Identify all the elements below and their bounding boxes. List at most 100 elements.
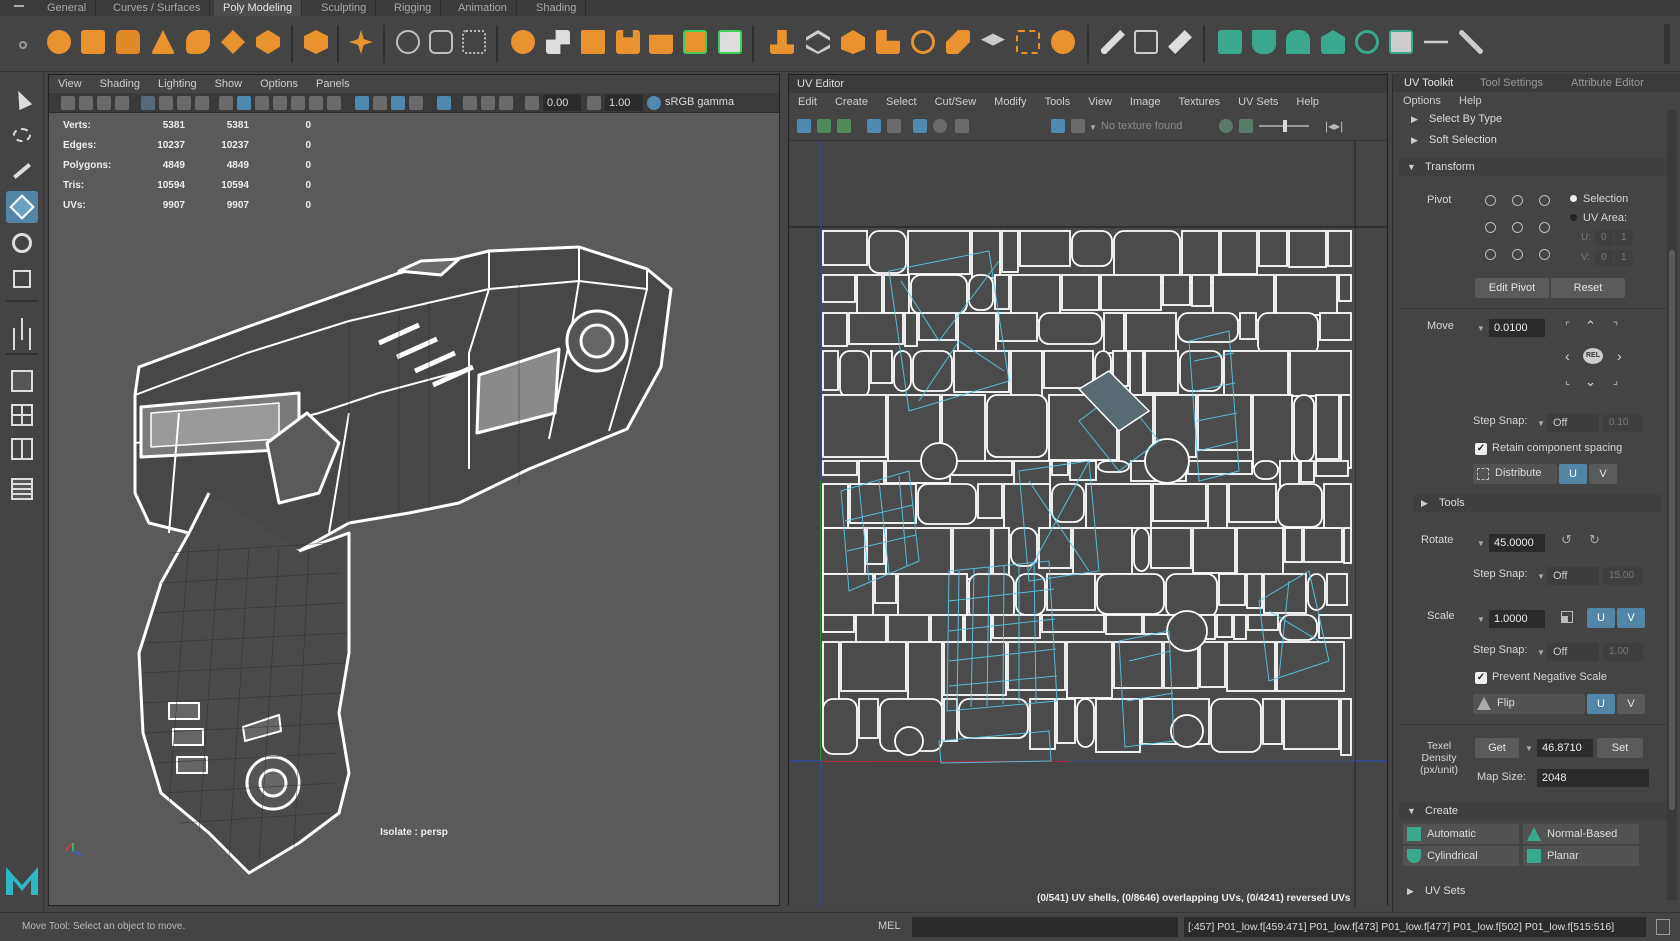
viewport-menu-options[interactable]: Options xyxy=(251,78,307,90)
select-camera-icon[interactable] xyxy=(61,96,75,110)
uv-shell[interactable] xyxy=(1010,350,1043,402)
uv-shell[interactable] xyxy=(1066,641,1113,699)
textured-icon[interactable] xyxy=(291,96,305,110)
separate-icon[interactable] xyxy=(429,30,453,54)
uv-menu-modify[interactable]: Modify xyxy=(985,96,1035,108)
two-layout-icon[interactable] xyxy=(6,433,38,465)
uv-shell[interactable] xyxy=(1283,698,1340,750)
uv-shell[interactable] xyxy=(1315,394,1340,460)
quad-draw-icon[interactable] xyxy=(911,30,935,54)
planar-map-button[interactable]: Planar xyxy=(1523,846,1639,866)
poly-disc-icon[interactable] xyxy=(256,30,280,54)
uv-shell[interactable] xyxy=(1262,698,1283,745)
slide-edge-icon[interactable] xyxy=(946,30,970,54)
shelf-scroll[interactable] xyxy=(1664,24,1670,64)
uv-snapshot-icon[interactable] xyxy=(955,119,969,133)
move-up-left-icon[interactable]: ⌜ xyxy=(1565,320,1570,333)
uv-shell[interactable] xyxy=(1165,573,1218,618)
scale-tool-icon[interactable] xyxy=(6,263,38,295)
move-left-icon[interactable]: ‹ xyxy=(1565,348,1570,364)
uv-shell[interactable] xyxy=(1303,527,1343,563)
uv-shell[interactable] xyxy=(943,698,958,742)
pivot-uv-area-radio[interactable] xyxy=(1570,214,1577,221)
uv-texture-dropdown-icon[interactable]: ▼ xyxy=(1089,123,1097,132)
uv-shell[interactable] xyxy=(897,573,968,620)
uv-shell[interactable] xyxy=(1051,460,1069,476)
colorspace-label[interactable]: sRGB gamma xyxy=(665,96,734,108)
last-tool-icon[interactable] xyxy=(6,313,38,345)
uv-shell[interactable] xyxy=(1144,350,1179,394)
uv-shell[interactable] xyxy=(1236,527,1284,576)
uv-editor-view[interactable]: (0/541) UV shells, (0/8646) overlapping … xyxy=(789,141,1387,907)
tools-section-header[interactable]: ▶ Tools xyxy=(1413,494,1661,512)
poly-cube-icon[interactable] xyxy=(81,30,105,54)
uv-shell[interactable] xyxy=(1327,230,1352,267)
super-shape-icon[interactable] xyxy=(349,30,373,54)
texel-density-set-button[interactable]: Set xyxy=(1597,738,1643,758)
viewport-menu-view[interactable]: View xyxy=(49,78,91,90)
script-editor-icon[interactable] xyxy=(1656,919,1670,935)
ambient-occlusion-icon[interactable] xyxy=(409,96,423,110)
pivot-radio-tr[interactable] xyxy=(1539,195,1550,206)
uv-shell[interactable] xyxy=(1247,614,1279,631)
pivot-radio-tl[interactable] xyxy=(1485,195,1496,206)
distribute-u-button[interactable]: U xyxy=(1559,464,1587,484)
outliner-layout-icon[interactable] xyxy=(6,473,38,505)
target-weld-icon[interactable] xyxy=(841,30,865,54)
extract-icon[interactable] xyxy=(546,30,570,54)
uv-shell[interactable] xyxy=(1258,230,1288,267)
uv-shell[interactable] xyxy=(904,312,918,347)
tab-poly-modeling[interactable]: Poly Modeling xyxy=(214,0,303,16)
combine-icon[interactable] xyxy=(396,30,420,54)
select-tool-icon[interactable] xyxy=(6,83,38,115)
uv-shell[interactable] xyxy=(1276,641,1345,692)
pivot-radio-bl[interactable] xyxy=(1485,249,1496,260)
cylindrical-map-icon[interactable] xyxy=(1252,30,1276,54)
crease-tool-icon[interactable] xyxy=(1101,30,1125,54)
uv-menu-select[interactable]: Select xyxy=(877,96,926,108)
uv-menu-view[interactable]: View xyxy=(1079,96,1121,108)
sew-uv-icon[interactable] xyxy=(1459,30,1483,54)
uv-sets-section-header[interactable]: ▶ UV Sets xyxy=(1399,882,1667,900)
xray-icon[interactable] xyxy=(355,96,369,110)
prevent-negative-scale-checkbox[interactable]: ✓ xyxy=(1475,672,1487,684)
uv-shell[interactable] xyxy=(822,460,858,476)
uv-shell[interactable] xyxy=(856,274,883,319)
move-tool-icon[interactable] xyxy=(6,191,38,223)
extrude-icon[interactable] xyxy=(649,34,673,54)
uv-shell[interactable] xyxy=(910,274,968,315)
uv-shell[interactable] xyxy=(822,394,887,458)
cylindrical-map-button[interactable]: Cylindrical xyxy=(1403,846,1519,866)
move-relative-button[interactable]: REL xyxy=(1583,348,1603,364)
layout-uv-icon[interactable] xyxy=(1389,30,1413,54)
uv-shell[interactable] xyxy=(1192,527,1236,574)
scale-step-snap-value[interactable]: 1.00 xyxy=(1603,643,1643,661)
move-right-icon[interactable]: › xyxy=(1617,348,1622,364)
uv-shell[interactable] xyxy=(1129,350,1144,396)
uv-shell[interactable] xyxy=(893,350,912,392)
uv-shell[interactable] xyxy=(822,483,849,529)
pivot-radio-bc[interactable] xyxy=(1512,249,1523,260)
uv-shell[interactable] xyxy=(858,698,879,739)
uv-shell[interactable] xyxy=(1100,274,1162,311)
move-step-snap-value[interactable]: 0.10 xyxy=(1603,414,1643,432)
uv-shell[interactable] xyxy=(1263,573,1307,614)
texel-density-field[interactable]: 46.8710 xyxy=(1537,739,1593,757)
create-section-header[interactable]: ▼ Create xyxy=(1399,802,1667,820)
uv-filter-icon[interactable] xyxy=(933,119,947,133)
wireframe-icon[interactable] xyxy=(219,96,233,110)
tab-sculpting[interactable]: Sculpting xyxy=(312,0,377,16)
rotate-step-snap-dropdown-icon[interactable]: ▼ xyxy=(1537,572,1545,581)
reset-pivot-button[interactable]: Reset xyxy=(1551,278,1625,298)
texel-density-get-button[interactable]: Get xyxy=(1475,738,1519,758)
uv-shell[interactable] xyxy=(1300,460,1315,483)
poly-cone-icon[interactable] xyxy=(151,30,175,54)
viewport-menu-shading[interactable]: Shading xyxy=(91,78,149,90)
xray-joints-icon[interactable] xyxy=(373,96,387,110)
uv-color-icon[interactable] xyxy=(1219,119,1233,133)
uv-shell[interactable] xyxy=(953,350,1010,393)
edge-tool-icon[interactable] xyxy=(1168,30,1192,54)
uv-shell[interactable] xyxy=(822,698,858,755)
scale-dropdown-icon[interactable]: ▼ xyxy=(1477,615,1485,624)
flip-v-button[interactable]: V xyxy=(1617,694,1645,714)
